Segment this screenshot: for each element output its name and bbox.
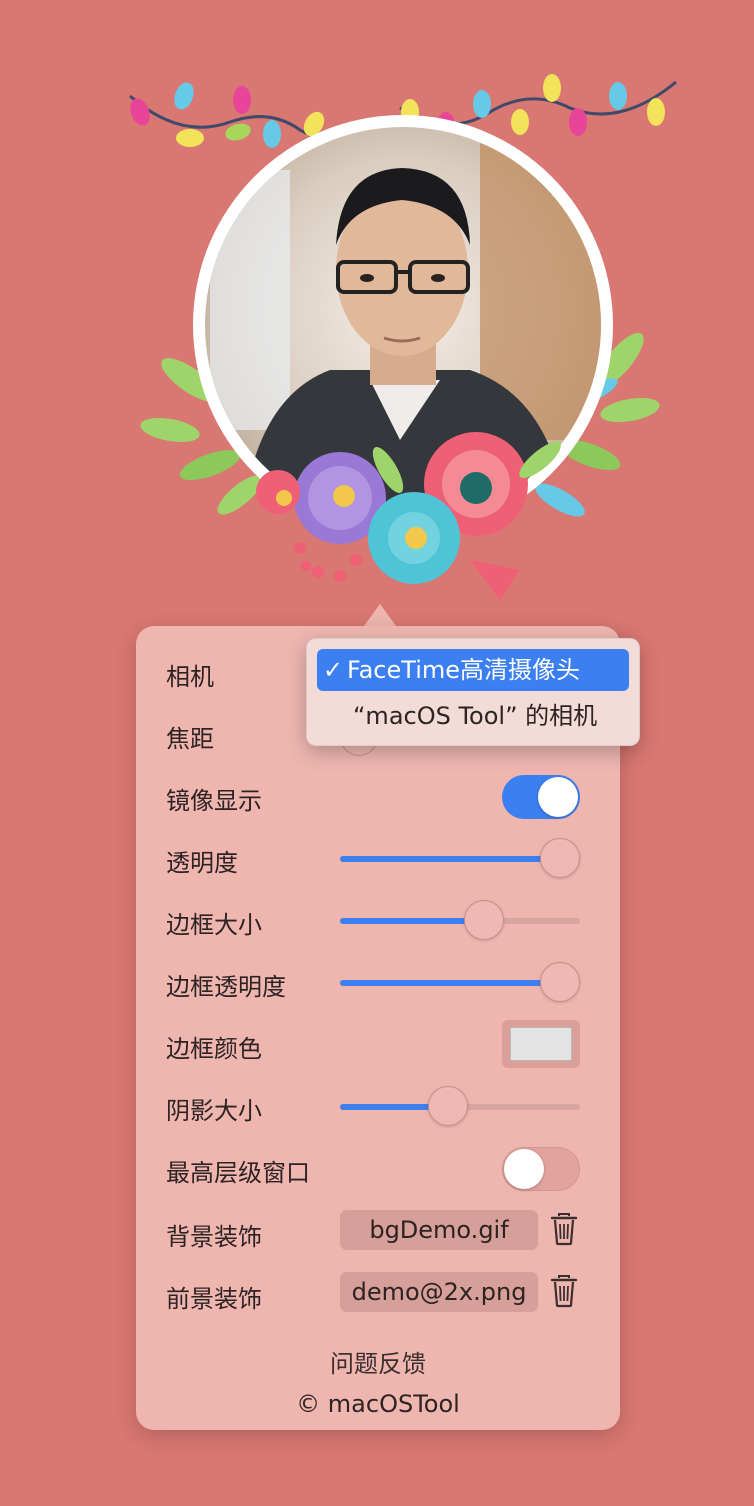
- trash-icon[interactable]: [550, 1274, 578, 1308]
- menu-item-macos-tool-camera[interactable]: “macOS Tool” 的相机: [317, 695, 629, 737]
- flower: [256, 470, 300, 514]
- menu-item-facetime-camera[interactable]: ✓ FaceTime高清摄像头: [317, 649, 629, 691]
- light-bulb: [543, 74, 561, 102]
- row-border-color: 边框颜色: [136, 1020, 620, 1070]
- popover-arrow: [364, 604, 396, 626]
- row-border-size: 边框大小: [136, 896, 620, 946]
- row-foreground-decoration: 前景装饰 demo@2x.png: [136, 1270, 620, 1320]
- mirror-toggle[interactable]: [502, 775, 580, 819]
- menu-item-label: “macOS Tool” 的相机: [353, 702, 598, 730]
- feedback-link[interactable]: 问题反馈: [136, 1344, 620, 1379]
- settings-popover: 相机 焦距 镜像显示 透明度 边框大小 边框透明度 边框颜色 阴影大小 最高层级…: [136, 626, 620, 1430]
- light-bulb: [569, 108, 587, 136]
- border-opacity-slider[interactable]: [340, 958, 580, 1008]
- color-swatch: [510, 1027, 572, 1061]
- row-top-level-window: 最高层级窗口: [136, 1144, 620, 1194]
- border-color-well[interactable]: [502, 1020, 580, 1068]
- toggle-knob: [504, 1149, 544, 1189]
- background-file-button[interactable]: bgDemo.gif: [340, 1210, 538, 1250]
- light-bulb: [511, 109, 529, 135]
- light-bulb: [130, 98, 150, 126]
- menu-item-label: FaceTime高清摄像头: [347, 656, 581, 684]
- border-opacity-label: 边框透明度: [166, 973, 286, 1001]
- light-bulb: [263, 120, 281, 148]
- border-color-label: 边框颜色: [166, 1035, 262, 1063]
- light-bulb: [609, 82, 627, 110]
- decoration-canvas: [129, 74, 677, 600]
- row-background-decoration: 背景装饰 bgDemo.gif: [136, 1208, 620, 1258]
- foreground-file-button[interactable]: demo@2x.png: [340, 1272, 538, 1312]
- light-bulb: [174, 82, 194, 110]
- focal-label: 焦距: [166, 725, 214, 753]
- opacity-slider[interactable]: [340, 834, 580, 884]
- trash-icon[interactable]: [550, 1212, 578, 1246]
- camera-label: 相机: [166, 663, 214, 691]
- row-shadow-size: 阴影大小: [136, 1082, 620, 1132]
- light-bulb: [647, 98, 665, 126]
- checkmark-icon: ✓: [322, 656, 343, 684]
- light-bulb: [233, 86, 251, 114]
- slider-thumb[interactable]: [428, 1086, 468, 1126]
- mirror-label: 镜像显示: [166, 787, 262, 815]
- border-size-slider[interactable]: [340, 896, 580, 946]
- berries: [294, 542, 362, 582]
- background-decoration-label: 背景装饰: [166, 1223, 262, 1251]
- top-level-window-label: 最高层级窗口: [166, 1159, 310, 1187]
- copyright-icon: ©: [296, 1390, 321, 1418]
- top-level-window-toggle[interactable]: [502, 1147, 580, 1191]
- copyright-text: © macOSTool: [136, 1390, 620, 1418]
- row-mirror: 镜像显示: [136, 772, 620, 822]
- flower: [470, 560, 520, 600]
- flower: [368, 492, 460, 584]
- shadow-size-label: 阴影大小: [166, 1097, 262, 1125]
- row-opacity: 透明度: [136, 834, 620, 884]
- border-size-label: 边框大小: [166, 911, 262, 939]
- slider-thumb[interactable]: [540, 838, 580, 878]
- light-bulb: [473, 90, 491, 118]
- slider-thumb[interactable]: [464, 900, 504, 940]
- toggle-knob: [538, 777, 578, 817]
- row-border-opacity: 边框透明度: [136, 958, 620, 1008]
- light-bulb: [176, 129, 204, 147]
- copyright-owner: macOSTool: [327, 1390, 460, 1418]
- foreground-decoration-label: 前景装饰: [166, 1285, 262, 1313]
- camera-dropdown-menu: ✓ FaceTime高清摄像头 “macOS Tool” 的相机: [306, 638, 640, 746]
- opacity-label: 透明度: [166, 849, 238, 877]
- slider-fill: [340, 918, 484, 924]
- slider-thumb[interactable]: [540, 962, 580, 1002]
- shadow-size-slider[interactable]: [340, 1082, 580, 1132]
